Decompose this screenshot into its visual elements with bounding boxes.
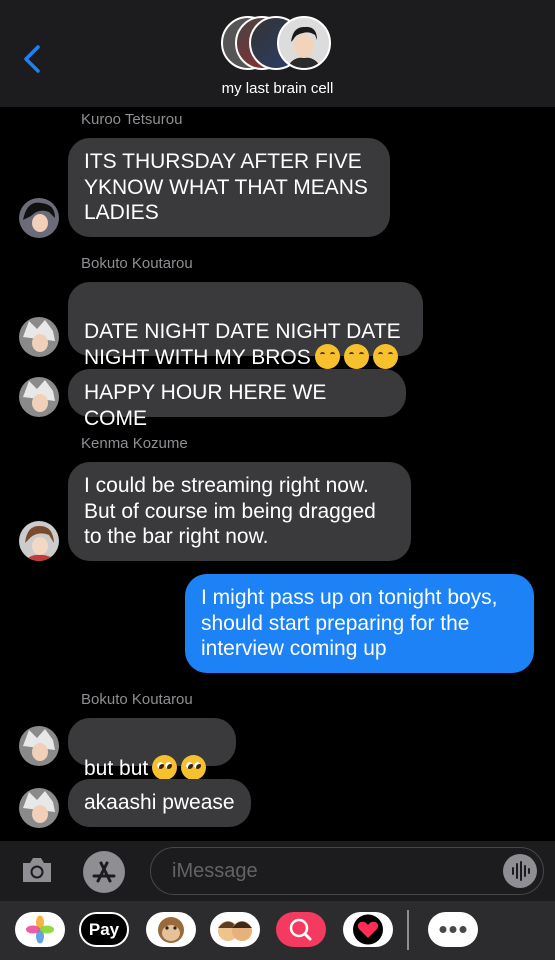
photos-app-button[interactable] (15, 912, 65, 947)
globe-search-icon (289, 918, 312, 941)
app-drawer: Pay (0, 901, 555, 960)
message-bubble[interactable]: DATE NIGHT DATE NIGHT DATE NIGHT WITH MY… (68, 282, 423, 369)
app-store-button[interactable] (83, 851, 125, 893)
avatar-bokuto[interactable] (19, 788, 59, 828)
photos-icon (26, 915, 54, 944)
apple-pay-app-button[interactable]: Pay (79, 912, 129, 947)
avatar-kenma[interactable] (19, 521, 59, 561)
app-drawer-divider (407, 910, 409, 950)
message-bubble[interactable]: I could be streaming right now. But of c… (68, 462, 411, 561)
audio-message-button[interactable] (503, 854, 537, 888)
pleading-face-emoji-icon (152, 754, 178, 780)
ellipsis-icon (439, 926, 467, 933)
monkey-icon (158, 917, 184, 943)
pleading-face-emoji-icon (181, 754, 207, 780)
digital-touch-app-button[interactable] (343, 912, 393, 947)
sender-name: Kenma Kozume (81, 435, 188, 452)
avatar-bokuto[interactable] (19, 317, 59, 357)
compose-bar: iMessage (0, 841, 555, 901)
message-bubble[interactable]: akaashi pwease (68, 779, 251, 827)
memoji-app-button[interactable] (210, 912, 260, 947)
group-avatar-4 (277, 16, 331, 70)
apple-pay-label: Pay (88, 920, 120, 939)
animoji-app-button[interactable] (146, 912, 196, 947)
outgoing-message-bubble[interactable]: I might pass up on tonight boys, should … (185, 574, 534, 673)
partying-face-emoji-icon (372, 344, 398, 369)
sender-name: Kuroo Tetsurou (81, 111, 183, 128)
sender-name: Bokuto Koutarou (81, 691, 193, 708)
message-text: but but (84, 756, 149, 780)
message-bubble[interactable]: ITS THURSDAY AFTER FIVE YKNOW WHAT THAT … (68, 138, 390, 237)
sender-name: Bokuto Koutarou (81, 255, 193, 272)
partying-face-emoji-icon (314, 344, 340, 369)
heart-icon (353, 914, 383, 945)
avatar-kuroo[interactable] (19, 198, 59, 238)
message-input-placeholder: iMessage (172, 860, 258, 882)
conversation-header: my last brain cell (0, 0, 555, 107)
app-store-icon (92, 861, 116, 883)
waveform-icon (512, 861, 530, 881)
memoji-stickers-icon (218, 921, 252, 941)
back-chevron-icon[interactable] (20, 44, 44, 74)
group-name: my last brain cell (221, 80, 334, 97)
avatar-bokuto[interactable] (19, 726, 59, 766)
partying-face-emoji-icon (343, 344, 369, 369)
message-input[interactable]: iMessage (150, 847, 544, 895)
more-apps-button[interactable] (428, 912, 478, 947)
avatar-bokuto[interactable] (19, 377, 59, 417)
message-bubble[interactable]: HAPPY HOUR HERE WE COME (68, 369, 406, 430)
group-avatars[interactable] (221, 14, 333, 74)
message-bubble[interactable]: but but (68, 718, 236, 780)
image-search-app-button[interactable] (276, 912, 326, 947)
camera-icon[interactable] (20, 855, 54, 885)
